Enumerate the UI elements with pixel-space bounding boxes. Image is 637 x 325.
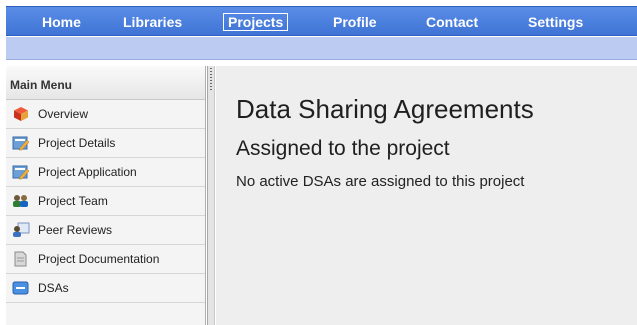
sidebar-item-label: Project Documentation — [38, 252, 160, 266]
cube-icon — [12, 106, 30, 122]
sidebar-item-overview[interactable]: Overview — [6, 100, 205, 129]
document-icon — [12, 251, 30, 267]
sidebar-header: Main Menu — [6, 66, 205, 100]
sidebar-item-project-details[interactable]: Project Details — [6, 129, 205, 158]
empty-state-message: No active DSAs are assigned to this proj… — [236, 173, 525, 190]
sidebar-item-label: DSAs — [38, 281, 69, 295]
nav-profile[interactable]: Profile — [331, 13, 379, 31]
panel-splitter[interactable] — [207, 66, 215, 325]
splitter-grip-icon — [210, 68, 212, 90]
sub-navigation-strip — [6, 37, 637, 60]
edit-document-icon — [12, 135, 30, 151]
page-title: Data Sharing Agreements — [236, 94, 534, 124]
sidebar-item-dsas[interactable]: DSAs — [6, 274, 205, 303]
nav-settings[interactable]: Settings — [526, 13, 585, 31]
sidebar-item-label: Project Details — [38, 136, 116, 150]
sidebar-item-label: Project Team — [38, 194, 108, 208]
edit-document-icon — [12, 164, 30, 180]
sidebar-item-label: Peer Reviews — [38, 223, 113, 237]
nav-contact[interactable]: Contact — [424, 13, 480, 31]
main-content: Data Sharing Agreements Assigned to the … — [216, 66, 637, 325]
sidebar-item-project-team[interactable]: Project Team — [6, 187, 205, 216]
team-icon — [12, 193, 30, 209]
main-menu-sidebar: Main Menu Overview Project Details Proje… — [6, 66, 206, 325]
nav-home[interactable]: Home — [40, 13, 83, 31]
section-heading: Assigned to the project — [236, 137, 450, 160]
nav-libraries[interactable]: Libraries — [121, 13, 184, 31]
sidebar-item-project-application[interactable]: Project Application — [6, 158, 205, 187]
sidebar-item-label: Project Application — [38, 165, 137, 179]
top-navigation-bar: Home Libraries Projects Profile Contact … — [6, 6, 637, 36]
nav-projects[interactable]: Projects — [223, 13, 289, 31]
sidebar-item-project-documentation[interactable]: Project Documentation — [6, 245, 205, 274]
sidebar-item-label: Overview — [38, 107, 89, 121]
dsa-icon — [12, 280, 30, 296]
review-icon — [12, 222, 30, 238]
sidebar-item-peer-reviews[interactable]: Peer Reviews — [6, 216, 205, 245]
